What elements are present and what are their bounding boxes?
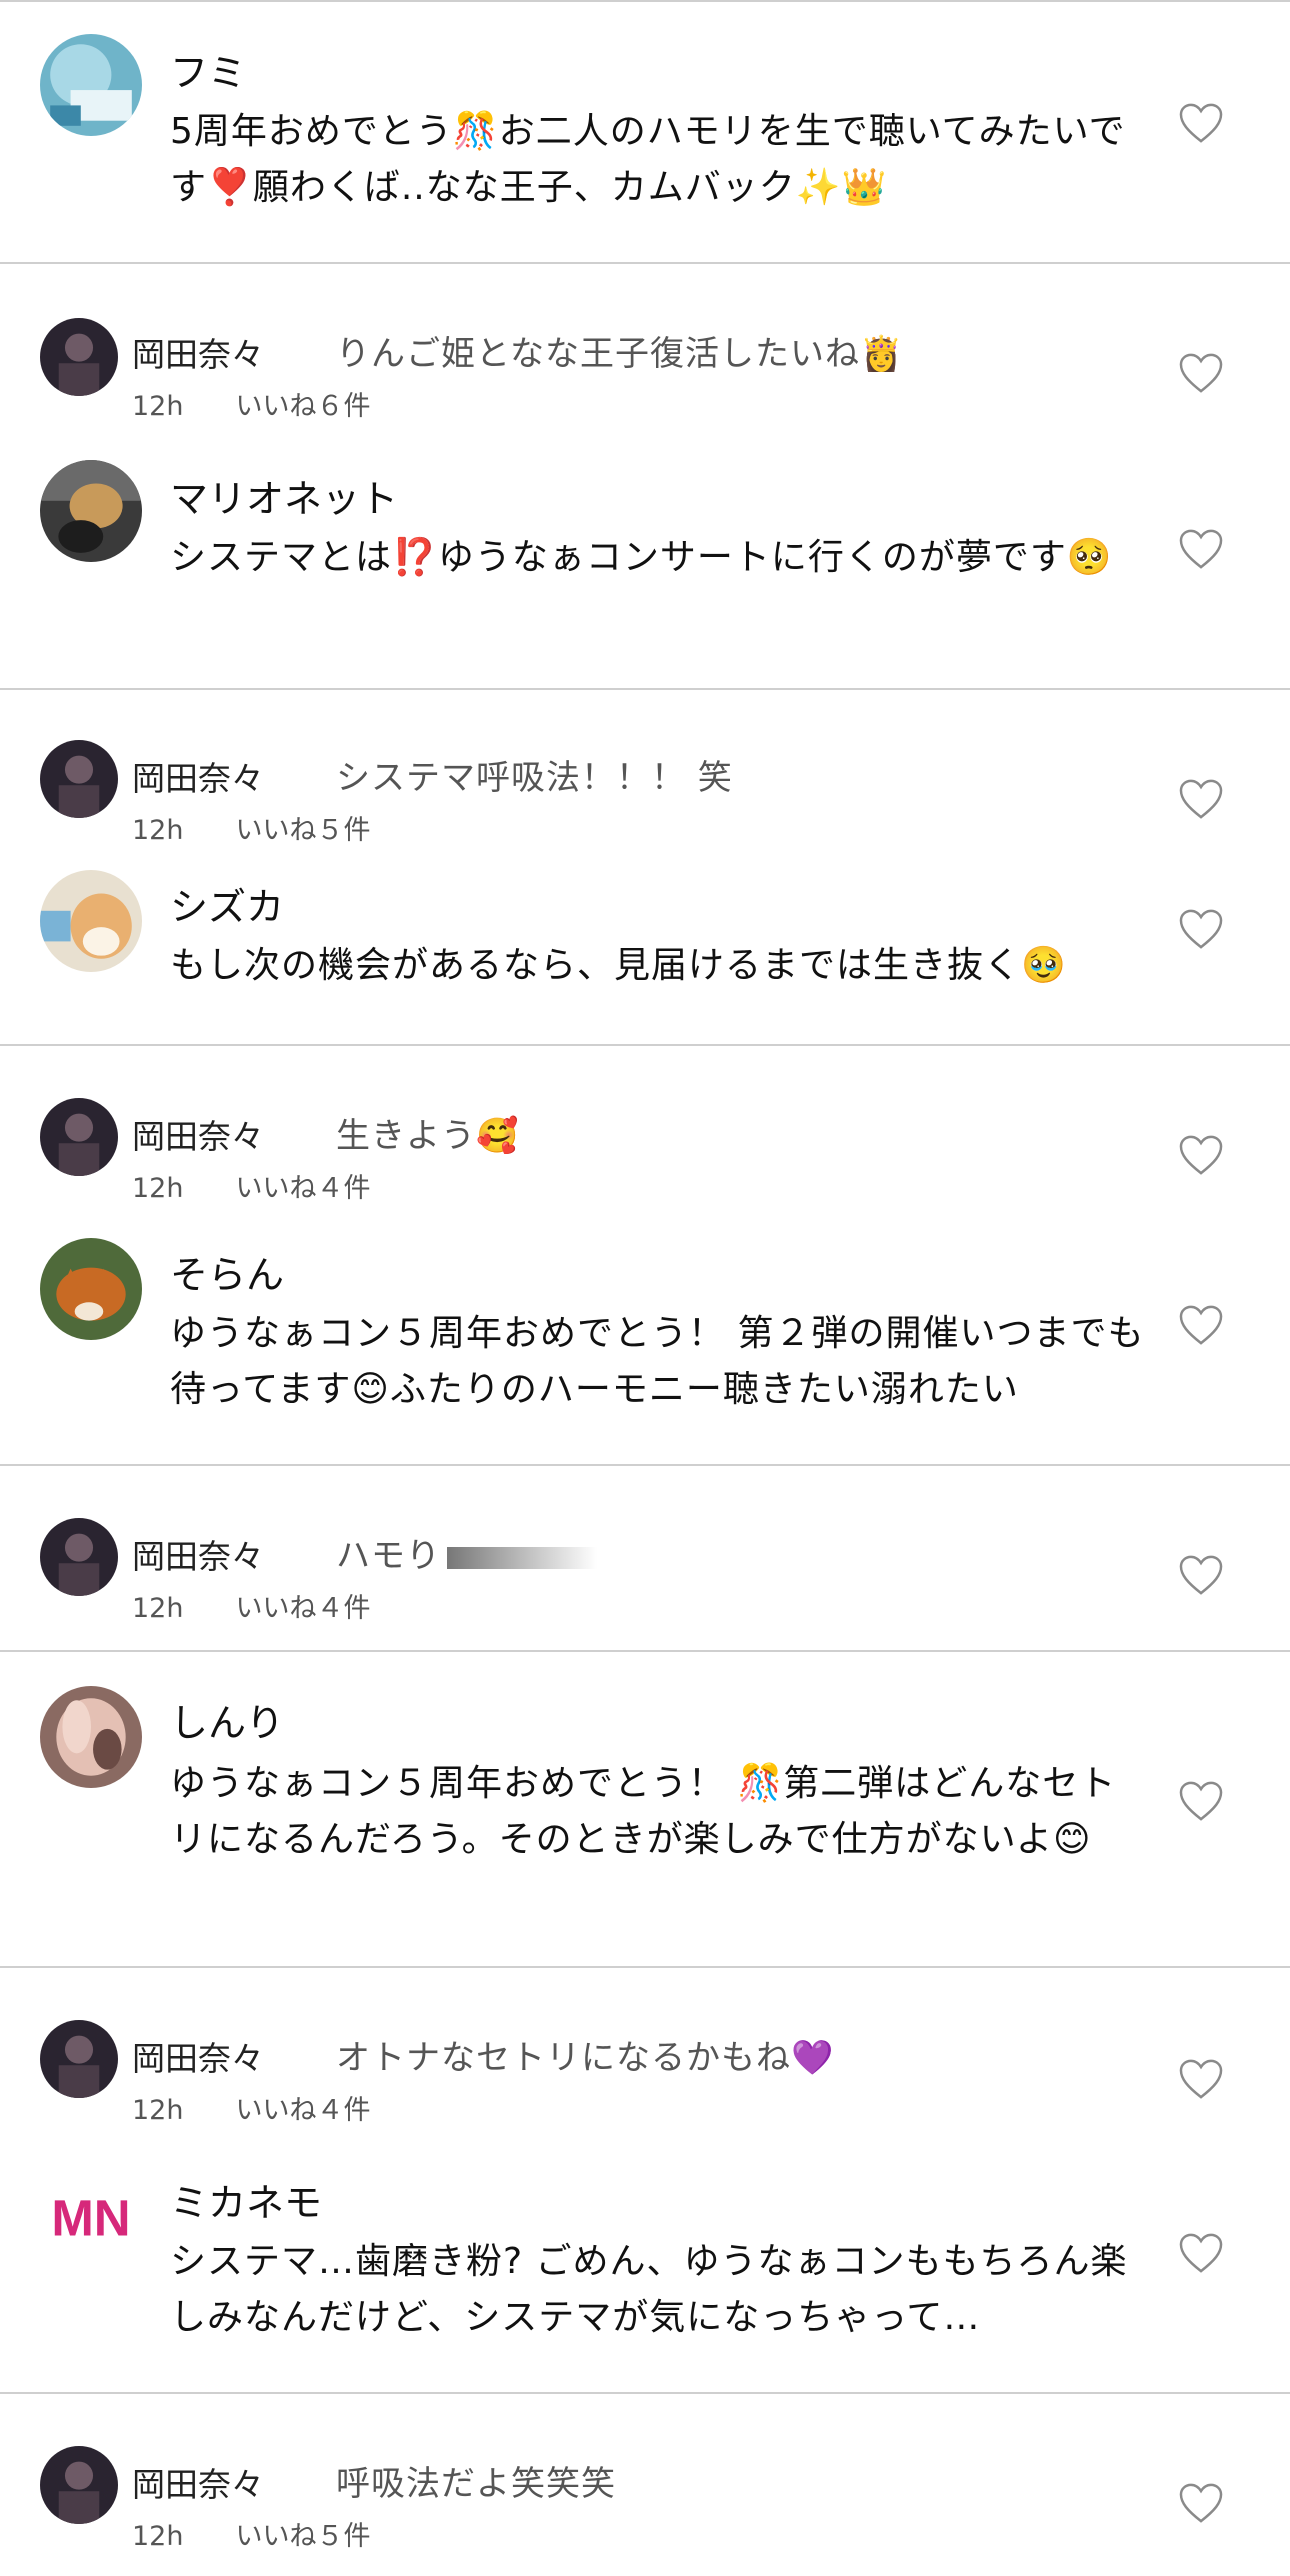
reply-text: オトナなセトリになるかもね💜: [336, 2038, 835, 2078]
comment-author[interactable]: フミ: [170, 42, 246, 97]
reply-author[interactable]: 岡田奈々: [132, 1110, 264, 1158]
reply-meta: 12h いいね４件: [132, 1586, 370, 1625]
like-heart-icon[interactable]: [1178, 2232, 1224, 2274]
reply-like-count[interactable]: いいね４件: [235, 1593, 370, 1624]
reply-time: 12h: [132, 815, 184, 846]
reply-author[interactable]: 岡田奈々: [132, 2458, 264, 2506]
reply-text: ハモり: [336, 1528, 597, 1577]
reply-meta: 12h いいね５件: [132, 808, 370, 847]
divider: [0, 1044, 1290, 1046]
avatar[interactable]: [40, 318, 118, 396]
mn-logo-text: MN: [51, 2189, 130, 2246]
reply-meta: 12h いいね４件: [132, 1166, 370, 1205]
avatar[interactable]: [40, 1098, 118, 1176]
divider: [0, 688, 1290, 690]
like-heart-icon[interactable]: [1178, 2058, 1224, 2100]
divider: [0, 1464, 1290, 1466]
like-heart-icon[interactable]: [1178, 352, 1224, 394]
like-heart-icon[interactable]: [1178, 102, 1224, 144]
reply-like-count[interactable]: いいね４件: [235, 1173, 370, 1204]
reply-meta: 12h いいね４件: [132, 2088, 370, 2127]
like-heart-icon[interactable]: [1178, 778, 1224, 820]
reply-author[interactable]: 岡田奈々: [132, 2032, 264, 2080]
like-heart-icon[interactable]: [1178, 1554, 1224, 1596]
divider: [0, 1966, 1290, 1968]
comment-text: システマ…歯磨き粉? ごめん、ゆうなぁコンももちろん楽しみなんだけど、システマが…: [170, 2241, 1128, 2338]
avatar[interactable]: [40, 1518, 118, 1596]
reply-time: 12h: [132, 1593, 184, 1624]
reply-like-count[interactable]: いいね５件: [235, 815, 370, 846]
divider: [0, 1650, 1290, 1652]
reply-text: りんご姫となな王子復活したいね👸: [336, 334, 904, 374]
avatar[interactable]: [40, 870, 142, 972]
comment-text: システマとは⁉️ゆうなぁコンサートに行くのが夢です🥺: [170, 537, 1113, 578]
reply-meta: 12h いいね５件: [132, 2514, 370, 2553]
divider: [0, 0, 1290, 2]
comment-text: ゆうなぁコン５周年おめでとう！ 第２弾の開催いつまでも待ってます😊ふたりのハーモ…: [170, 1313, 1145, 1410]
reply-like-count[interactable]: いいね６件: [235, 391, 370, 422]
avatar[interactable]: [40, 1686, 142, 1788]
comment-author[interactable]: マリオネット: [170, 468, 398, 523]
comment-text: ゆうなぁコン５周年おめでとう！ 🎊第二弾はどんなセトリになるんだろう。そのときが…: [170, 1763, 1117, 1860]
divider: [0, 262, 1290, 264]
reply-meta: 12h いいね６件: [132, 384, 370, 423]
reply-time: 12h: [132, 2521, 184, 2552]
comment-author[interactable]: しんり: [170, 1692, 284, 1747]
reply-like-count[interactable]: いいね４件: [235, 2095, 370, 2126]
like-heart-icon[interactable]: [1178, 1134, 1224, 1176]
comment-text: もし次の機会があるなら、見届けるまでは生き抜く🥹: [170, 945, 1067, 986]
avatar[interactable]: [40, 740, 118, 818]
reply-like-count[interactable]: いいね５件: [235, 2521, 370, 2552]
reply-text: システマ呼吸法！！！ 笑: [336, 758, 733, 798]
reply-author[interactable]: 岡田奈々: [132, 328, 264, 376]
avatar[interactable]: [40, 2020, 118, 2098]
avatar[interactable]: MN: [40, 2166, 142, 2268]
like-heart-icon[interactable]: [1178, 2482, 1224, 2524]
avatar[interactable]: [40, 460, 142, 562]
like-heart-icon[interactable]: [1178, 1780, 1224, 1822]
reply-time: 12h: [132, 391, 184, 422]
avatar[interactable]: [40, 1238, 142, 1340]
like-heart-icon[interactable]: [1178, 908, 1224, 950]
reply-time: 12h: [132, 1173, 184, 1204]
reply-time: 12h: [132, 2095, 184, 2126]
faded-text-overlay: [447, 1546, 597, 1569]
reply-author[interactable]: 岡田奈々: [132, 752, 264, 800]
reply-text: 生きよう🥰: [336, 1116, 520, 1156]
comment-author[interactable]: シズカ: [170, 876, 284, 931]
avatar[interactable]: [40, 2446, 118, 2524]
reply-text-visible: ハモり: [336, 1536, 441, 1576]
reply-author[interactable]: 岡田奈々: [132, 1530, 264, 1578]
comment-author[interactable]: そらん: [170, 1244, 284, 1299]
comment-text: 5周年おめでとう🎊お二人のハモリを生で聴いてみたいです❣️願わくば..なな王子、…: [170, 111, 1126, 208]
like-heart-icon[interactable]: [1178, 1304, 1224, 1346]
divider: [0, 2392, 1290, 2394]
reply-text: 呼吸法だよ笑笑笑: [336, 2464, 616, 2504]
avatar[interactable]: [40, 34, 142, 136]
comment-author[interactable]: ミカネモ: [170, 2172, 322, 2227]
like-heart-icon[interactable]: [1178, 528, 1224, 570]
